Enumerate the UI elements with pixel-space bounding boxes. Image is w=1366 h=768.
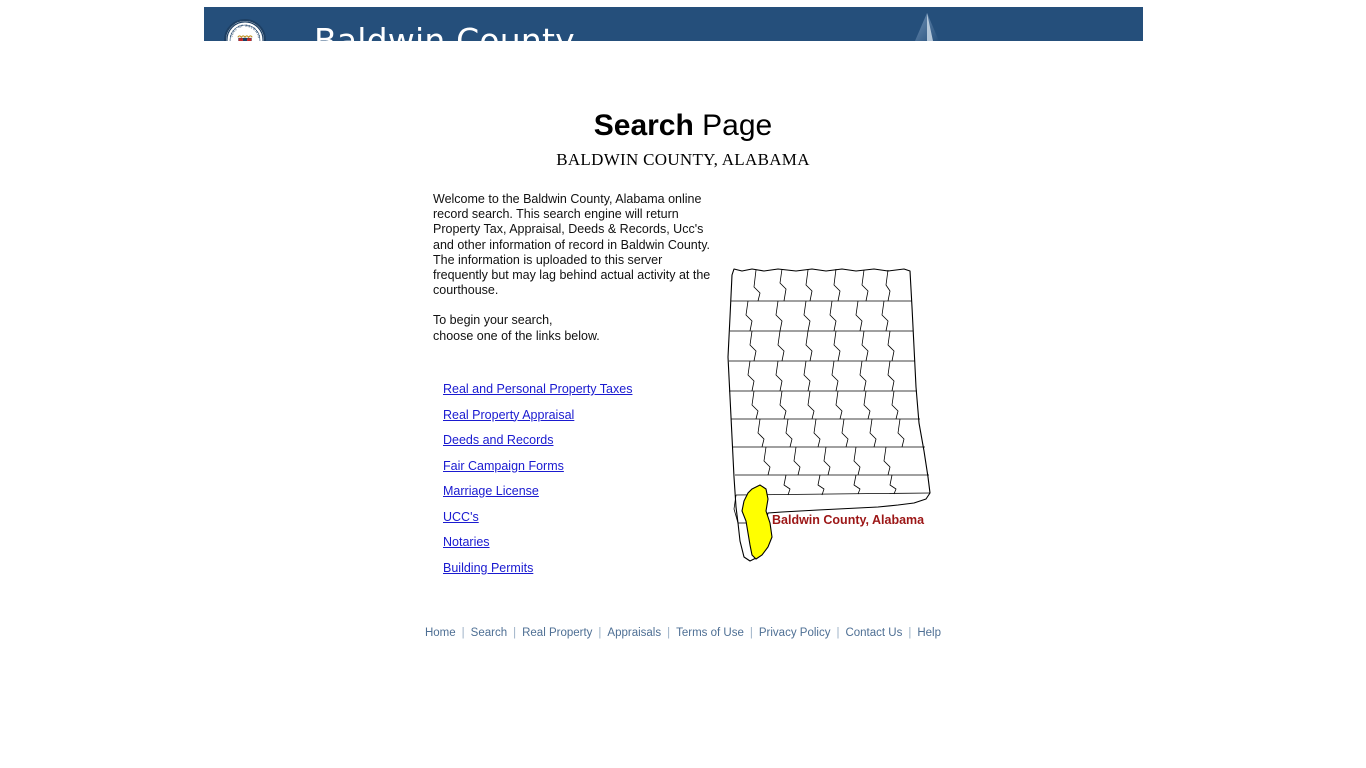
footer-link-home[interactable]: Home [424, 627, 457, 639]
footer-separator: | [667, 627, 671, 639]
footer-link-help[interactable]: Help [916, 627, 942, 639]
link-uccs[interactable]: UCC's [443, 510, 479, 524]
header-title: Baldwin County [314, 21, 575, 41]
footer-link-terms-of-use[interactable]: Terms of Use [675, 627, 745, 639]
intro-instruction-line2: choose one of the links below. [433, 328, 600, 343]
footer-separator: | [598, 627, 602, 639]
footer-separator: | [836, 627, 840, 639]
map-label-baldwin-county: Baldwin County, Alabama [772, 513, 925, 527]
county-seal-icon: SEAL OF BALDWIN COUNTY AL [224, 19, 266, 41]
page-title: Search Page [0, 109, 1366, 143]
footer-nav: Home | Search | Real Property | Appraisals | Ter… [0, 626, 1366, 640]
footer-link-appraisals[interactable]: Appraisals [606, 627, 662, 639]
header-swoosh-graphic [915, 13, 939, 41]
footer-link-contact-us[interactable]: Contact Us [844, 627, 903, 639]
footer-separator: | [908, 627, 912, 639]
link-deeds-and-records[interactable]: Deeds and Records [443, 433, 553, 447]
title-block: Search Page BALDWIN COUNTY, ALABAMA [0, 41, 1366, 171]
link-marriage-license[interactable]: Marriage License [443, 484, 539, 498]
search-links-list: Real and Personal Property Taxes Real Pr… [443, 382, 723, 586]
link-real-and-personal-property-taxes[interactable]: Real and Personal Property Taxes [443, 382, 632, 396]
footer-link-privacy-policy[interactable]: Privacy Policy [758, 627, 832, 639]
footer-separator: | [461, 627, 465, 639]
intro-spacer [433, 298, 711, 313]
intro-instruction-line1: To begin your search, [433, 313, 553, 328]
page-title-rest: Page [693, 109, 773, 142]
link-notaries[interactable]: Notaries [443, 535, 490, 549]
page-subtitle: BALDWIN COUNTY, ALABAMA [556, 150, 810, 169]
page-title-bold: Search [593, 109, 694, 142]
footer-link-real-property[interactable]: Real Property [521, 627, 593, 639]
link-real-property-appraisal[interactable]: Real Property Appraisal [443, 408, 574, 422]
link-fair-campaign-forms[interactable]: Fair Campaign Forms [443, 459, 564, 473]
footer-separator: | [513, 627, 517, 639]
footer-separator: | [749, 627, 753, 639]
page-body: Search Page BALDWIN COUNTY, ALABAMA Welc… [0, 41, 1366, 768]
link-building-permits[interactable]: Building Permits [443, 561, 533, 575]
site-header: SEAL OF BALDWIN COUNTY AL Baldwin County [204, 7, 1143, 41]
footer-link-search[interactable]: Search [470, 627, 508, 639]
intro-text-block: Welcome to the Baldwin County, Alabama o… [433, 192, 711, 344]
intro-paragraph: Welcome to the Baldwin County, Alabama o… [433, 192, 711, 298]
alabama-county-map: Baldwin County, Alabama [708, 227, 940, 567]
